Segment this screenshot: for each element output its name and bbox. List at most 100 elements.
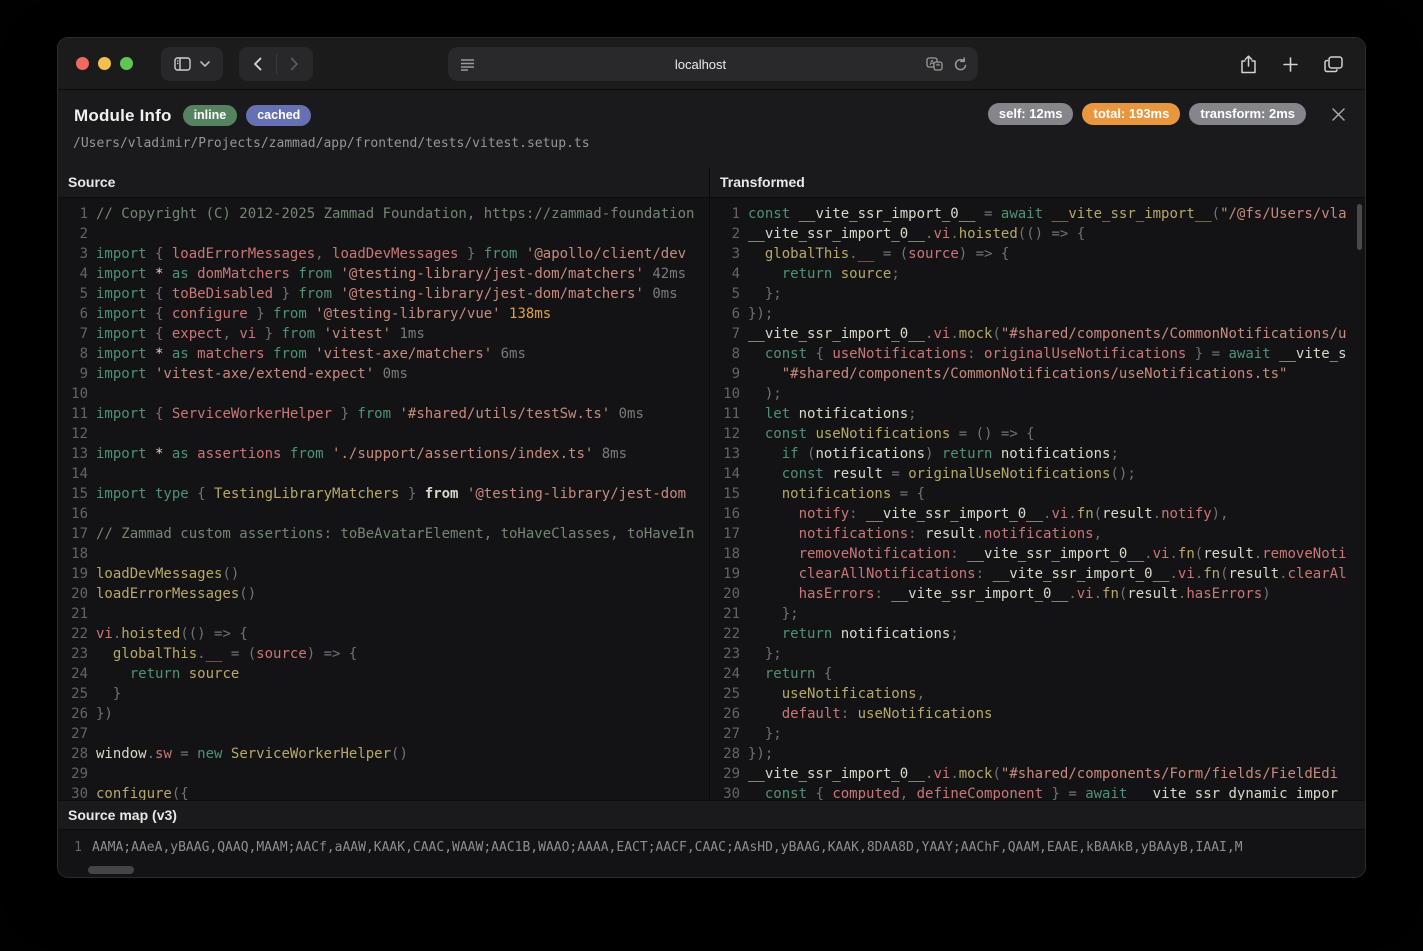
chevron-left-icon [253, 57, 262, 71]
reader-mode-icon[interactable] [460, 58, 475, 71]
line-number: 29 [58, 764, 88, 784]
line-number: 25 [58, 684, 88, 704]
code-line: 18 removeNotification: __vite_ssr_import… [710, 544, 1365, 564]
code-line: 2__vite_ssr_import_0__.vi.hoisted(() => … [710, 224, 1365, 244]
code-line: 20 hasErrors: __vite_ssr_import_0__.vi.f… [710, 584, 1365, 604]
new-tab-icon[interactable] [1283, 57, 1298, 72]
back-button[interactable] [239, 47, 276, 81]
code-text: __vite_ssr_import_0__.vi.mock("#shared/c… [748, 324, 1346, 344]
code-line: 23 }; [710, 644, 1365, 664]
code-text: }; [748, 604, 799, 624]
code-line: 26}) [58, 704, 709, 724]
line-number: 17 [58, 524, 88, 544]
code-line: 11 let notifications; [710, 404, 1365, 424]
code-text: loadDevMessages() [96, 564, 239, 584]
share-icon[interactable] [1240, 55, 1257, 74]
line-number: 30 [710, 784, 740, 800]
code-text: notifications: result.notifications, [748, 524, 1102, 544]
line-number: 28 [710, 744, 740, 764]
close-panel-button[interactable] [1327, 103, 1349, 125]
code-text: const { useNotifications: originalUseNot… [748, 344, 1347, 364]
horizontal-scrollbar-thumb[interactable] [88, 866, 134, 874]
code-line: 30 const { computed, defineComponent } =… [710, 784, 1365, 800]
code-line: 8 const { useNotifications: originalUseN… [710, 344, 1365, 364]
code-line: 18 [58, 544, 709, 564]
code-line: 7import { expect, vi } from 'vitest' 1ms [58, 324, 709, 344]
chevron-right-icon [290, 57, 299, 71]
line-number: 21 [58, 604, 88, 624]
code-text: // Zammad custom assertions: toBeAvatarE… [96, 524, 694, 544]
forward-button[interactable] [276, 47, 313, 81]
line-number: 8 [58, 344, 88, 364]
code-line: 8import * as matchers from 'vitest-axe/m… [58, 344, 709, 364]
timing-badge-1: total: 193ms [1082, 103, 1180, 125]
line-number: 12 [58, 424, 88, 444]
sidebar-toggle-button[interactable] [161, 47, 223, 81]
code-text: import * as assertions from './support/a… [96, 444, 627, 464]
code-text: globalThis.__ = (source) => { [748, 244, 1009, 264]
line-number: 22 [710, 624, 740, 644]
module-file-path: /Users/vladimir/Projects/zammad/app/fron… [73, 136, 590, 151]
line-number: 16 [710, 504, 740, 524]
code-text: import type { TestingLibraryMatchers } f… [96, 484, 686, 504]
vertical-scrollbar-thumb[interactable] [1357, 204, 1362, 250]
close-window-button[interactable] [76, 57, 89, 70]
code-text: return source [96, 664, 239, 684]
code-text: }; [748, 724, 782, 744]
line-number: 8 [710, 344, 740, 364]
line-number: 27 [58, 724, 88, 744]
line-number: 6 [710, 304, 740, 324]
line-number: 3 [710, 244, 740, 264]
minimize-window-button[interactable] [98, 57, 111, 70]
code-text: import { loadErrorMessages, loadDevMessa… [96, 244, 686, 264]
code-text: import { expect, vi } from 'vitest' 1ms [96, 324, 425, 344]
line-number: 26 [58, 704, 88, 724]
code-line: 14 const result = originalUseNotificatio… [710, 464, 1365, 484]
zoom-window-button[interactable] [120, 57, 133, 70]
code-line: 27 [58, 724, 709, 744]
code-text: }; [748, 644, 782, 664]
code-text: default: useNotifications [748, 704, 992, 724]
code-line: 20loadErrorMessages() [58, 584, 709, 604]
line-number: 13 [710, 444, 740, 464]
code-line: 24 return source [58, 664, 709, 684]
url-text[interactable]: localhost [475, 57, 926, 72]
sidebar-icon [174, 57, 191, 71]
code-text: vi.hoisted(() => { [96, 624, 248, 644]
code-text: __vite_ssr_import_0__.vi.hoisted(() => { [748, 224, 1085, 244]
line-number: 25 [710, 684, 740, 704]
transformed-code[interactable]: 1const __vite_ssr_import_0__ = await __v… [710, 198, 1365, 800]
code-line: 11import { ServiceWorkerHelper } from '#… [58, 404, 709, 424]
line-number: 12 [710, 424, 740, 444]
code-line: 12 [58, 424, 709, 444]
code-line: 12 const useNotifications = () => { [710, 424, 1365, 444]
translate-icon[interactable]: A [926, 57, 943, 71]
tab-overview-icon[interactable] [1324, 56, 1343, 73]
code-text: return { [748, 664, 832, 684]
code-text: const useNotifications = () => { [748, 424, 1035, 444]
module-badge-1: cached [246, 105, 311, 126]
code-line: 2 [58, 224, 709, 244]
transformed-panel: Transformed 1const __vite_ssr_import_0__… [710, 168, 1365, 800]
code-line: 28}); [710, 744, 1365, 764]
line-number: 24 [710, 664, 740, 684]
titlebar-right-actions [1240, 47, 1343, 81]
code-line: 26 default: useNotifications [710, 704, 1365, 724]
line-number: 18 [710, 544, 740, 564]
line-number: 15 [710, 484, 740, 504]
code-text: const { computed, defineComponent } = aw… [748, 784, 1338, 800]
source-code[interactable]: 1// Copyright (C) 2012-2025 Zammad Found… [58, 198, 709, 800]
code-line: 25 } [58, 684, 709, 704]
reload-icon[interactable] [953, 57, 968, 72]
sourcemap-mappings: AAMA;AAeA,yBAAG,QAAQ,MAAM;AACf,aAAW,KAAK… [92, 840, 1243, 855]
timing-badge-2: transform: 2ms [1189, 103, 1306, 125]
code-text: }); [748, 744, 773, 764]
line-number: 11 [58, 404, 88, 424]
close-icon [1331, 107, 1346, 122]
code-line: 6import { configure } from '@testing-lib… [58, 304, 709, 324]
code-line: 6}); [710, 304, 1365, 324]
source-panel-title: Source [58, 168, 709, 198]
code-text: window.sw = new ServiceWorkerHelper() [96, 744, 408, 764]
code-line: 5import { toBeDisabled } from '@testing-… [58, 284, 709, 304]
address-bar[interactable]: localhost A [448, 47, 978, 81]
